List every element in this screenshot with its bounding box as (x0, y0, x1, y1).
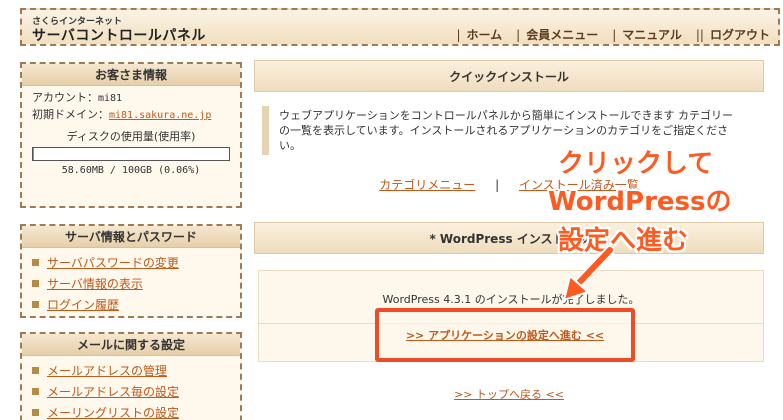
disk-usage-label: ディスクの使用量(使用率) (66, 130, 196, 143)
top-nav: | ホーム | 会員メニュー | マニュアル || ログアウト (442, 26, 770, 43)
app-settings-link[interactable]: >> アプリケーションの設定へ進む << (406, 327, 604, 343)
mail-settings-menu: メールアドレスの管理 メールアドレス毎の設定 メーリングリストの設定 (22, 356, 240, 420)
bullet-icon (32, 259, 39, 266)
header: さくらインターネット サーバコントロールパネル | ホーム | 会員メニュー | マニ… (20, 8, 780, 46)
annotation-line-1: クリックして (558, 149, 714, 179)
annotation-line-2: WordPressの (548, 187, 732, 217)
nav-manual-label: マニュアル (622, 28, 682, 42)
nav-separator: | (456, 28, 461, 42)
nav-separator: | (516, 28, 521, 42)
account-label: アカウント： (32, 91, 98, 104)
bullet-icon (32, 367, 39, 374)
nav-manual[interactable]: | マニュアル (612, 26, 682, 43)
nav-member-menu[interactable]: | 会員メニュー (516, 26, 598, 43)
customer-info-box: お客さま情報 アカウント：mi81 初期ドメイン：mi81.sakura.ne.… (20, 62, 242, 208)
domain-link[interactable]: mi81.sakura.ne.jp (109, 110, 211, 121)
menu-item-mail-address-settings[interactable]: メールアドレス毎の設定 (32, 381, 230, 402)
account-row: アカウント：mi81 (22, 90, 240, 107)
nav-home-label: ホーム (466, 28, 503, 42)
quick-install-title: クイックインストール (254, 60, 764, 92)
server-info-box: サーバ情報とパスワード サーバパスワードの変更 サーバ情報の表示 ログイン履歴 (20, 224, 242, 318)
menu-item-mailing-list[interactable]: メーリングリストの設定 (32, 402, 230, 420)
nav-separator: | (612, 28, 617, 42)
menu-item-label: メールアドレス毎の設定 (47, 385, 180, 399)
menu-item-label: メーリングリストの設定 (47, 406, 180, 420)
menu-item-mail-address[interactable]: メールアドレスの管理 (32, 360, 230, 381)
bullet-icon (32, 409, 39, 416)
menu-item-label: ログイン履歴 (47, 298, 120, 312)
nav-logout[interactable]: || ログアウト (696, 26, 770, 43)
nav-logout-label: ログアウト (709, 28, 770, 42)
server-info-title: サーバ情報とパスワード (22, 226, 240, 248)
bullet-icon (32, 301, 39, 308)
bullet-icon (32, 388, 39, 395)
account-value: mi81 (98, 93, 123, 104)
app-settings-highlight: >> アプリケーションの設定へ進む << (375, 308, 635, 362)
disk-usage-bar (32, 147, 230, 161)
link-separator: | (495, 178, 500, 192)
menu-item-login-history[interactable]: ログイン履歴 (32, 294, 230, 315)
menu-item-server-password[interactable]: サーバパスワードの変更 (32, 252, 230, 273)
category-menu-link[interactable]: カテゴリメニュー (379, 178, 475, 192)
menu-item-label: サーバパスワードの変更 (47, 256, 179, 270)
mail-settings-box: メールに関する設定 メールアドレスの管理 メールアドレス毎の設定 メーリングリス… (20, 332, 242, 420)
menu-item-server-info[interactable]: サーバ情報の表示 (32, 273, 230, 294)
nav-home[interactable]: | ホーム (456, 26, 502, 43)
disk-usage-value: 58.60MB / 100GB (0.06%) (61, 165, 201, 176)
bullet-icon (32, 280, 39, 287)
server-info-menu: サーバパスワードの変更 サーバ情報の表示 ログイン履歴 (22, 248, 240, 319)
domain-label: 初期ドメイン： (32, 108, 109, 121)
mail-settings-title: メールに関する設定 (22, 334, 240, 356)
domain-row: 初期ドメイン：mi81.sakura.ne.jp (22, 107, 240, 124)
install-result-message: WordPress 4.3.1 のインストールが完了しました。 (382, 293, 640, 306)
logo-title: サーバコントロールパネル (32, 28, 206, 44)
nav-member-menu-label: 会員メニュー (526, 28, 599, 42)
back-to-top-link[interactable]: >> トップへ戻る << (454, 388, 564, 401)
annotation-arrow-icon (562, 245, 615, 302)
back-to-top: >> トップへ戻る << (254, 386, 764, 402)
nav-separator: || (695, 28, 704, 42)
customer-info-title: お客さま情報 (22, 64, 240, 86)
menu-item-label: メールアドレスの管理 (47, 364, 168, 378)
menu-item-label: サーバ情報の表示 (47, 277, 143, 291)
